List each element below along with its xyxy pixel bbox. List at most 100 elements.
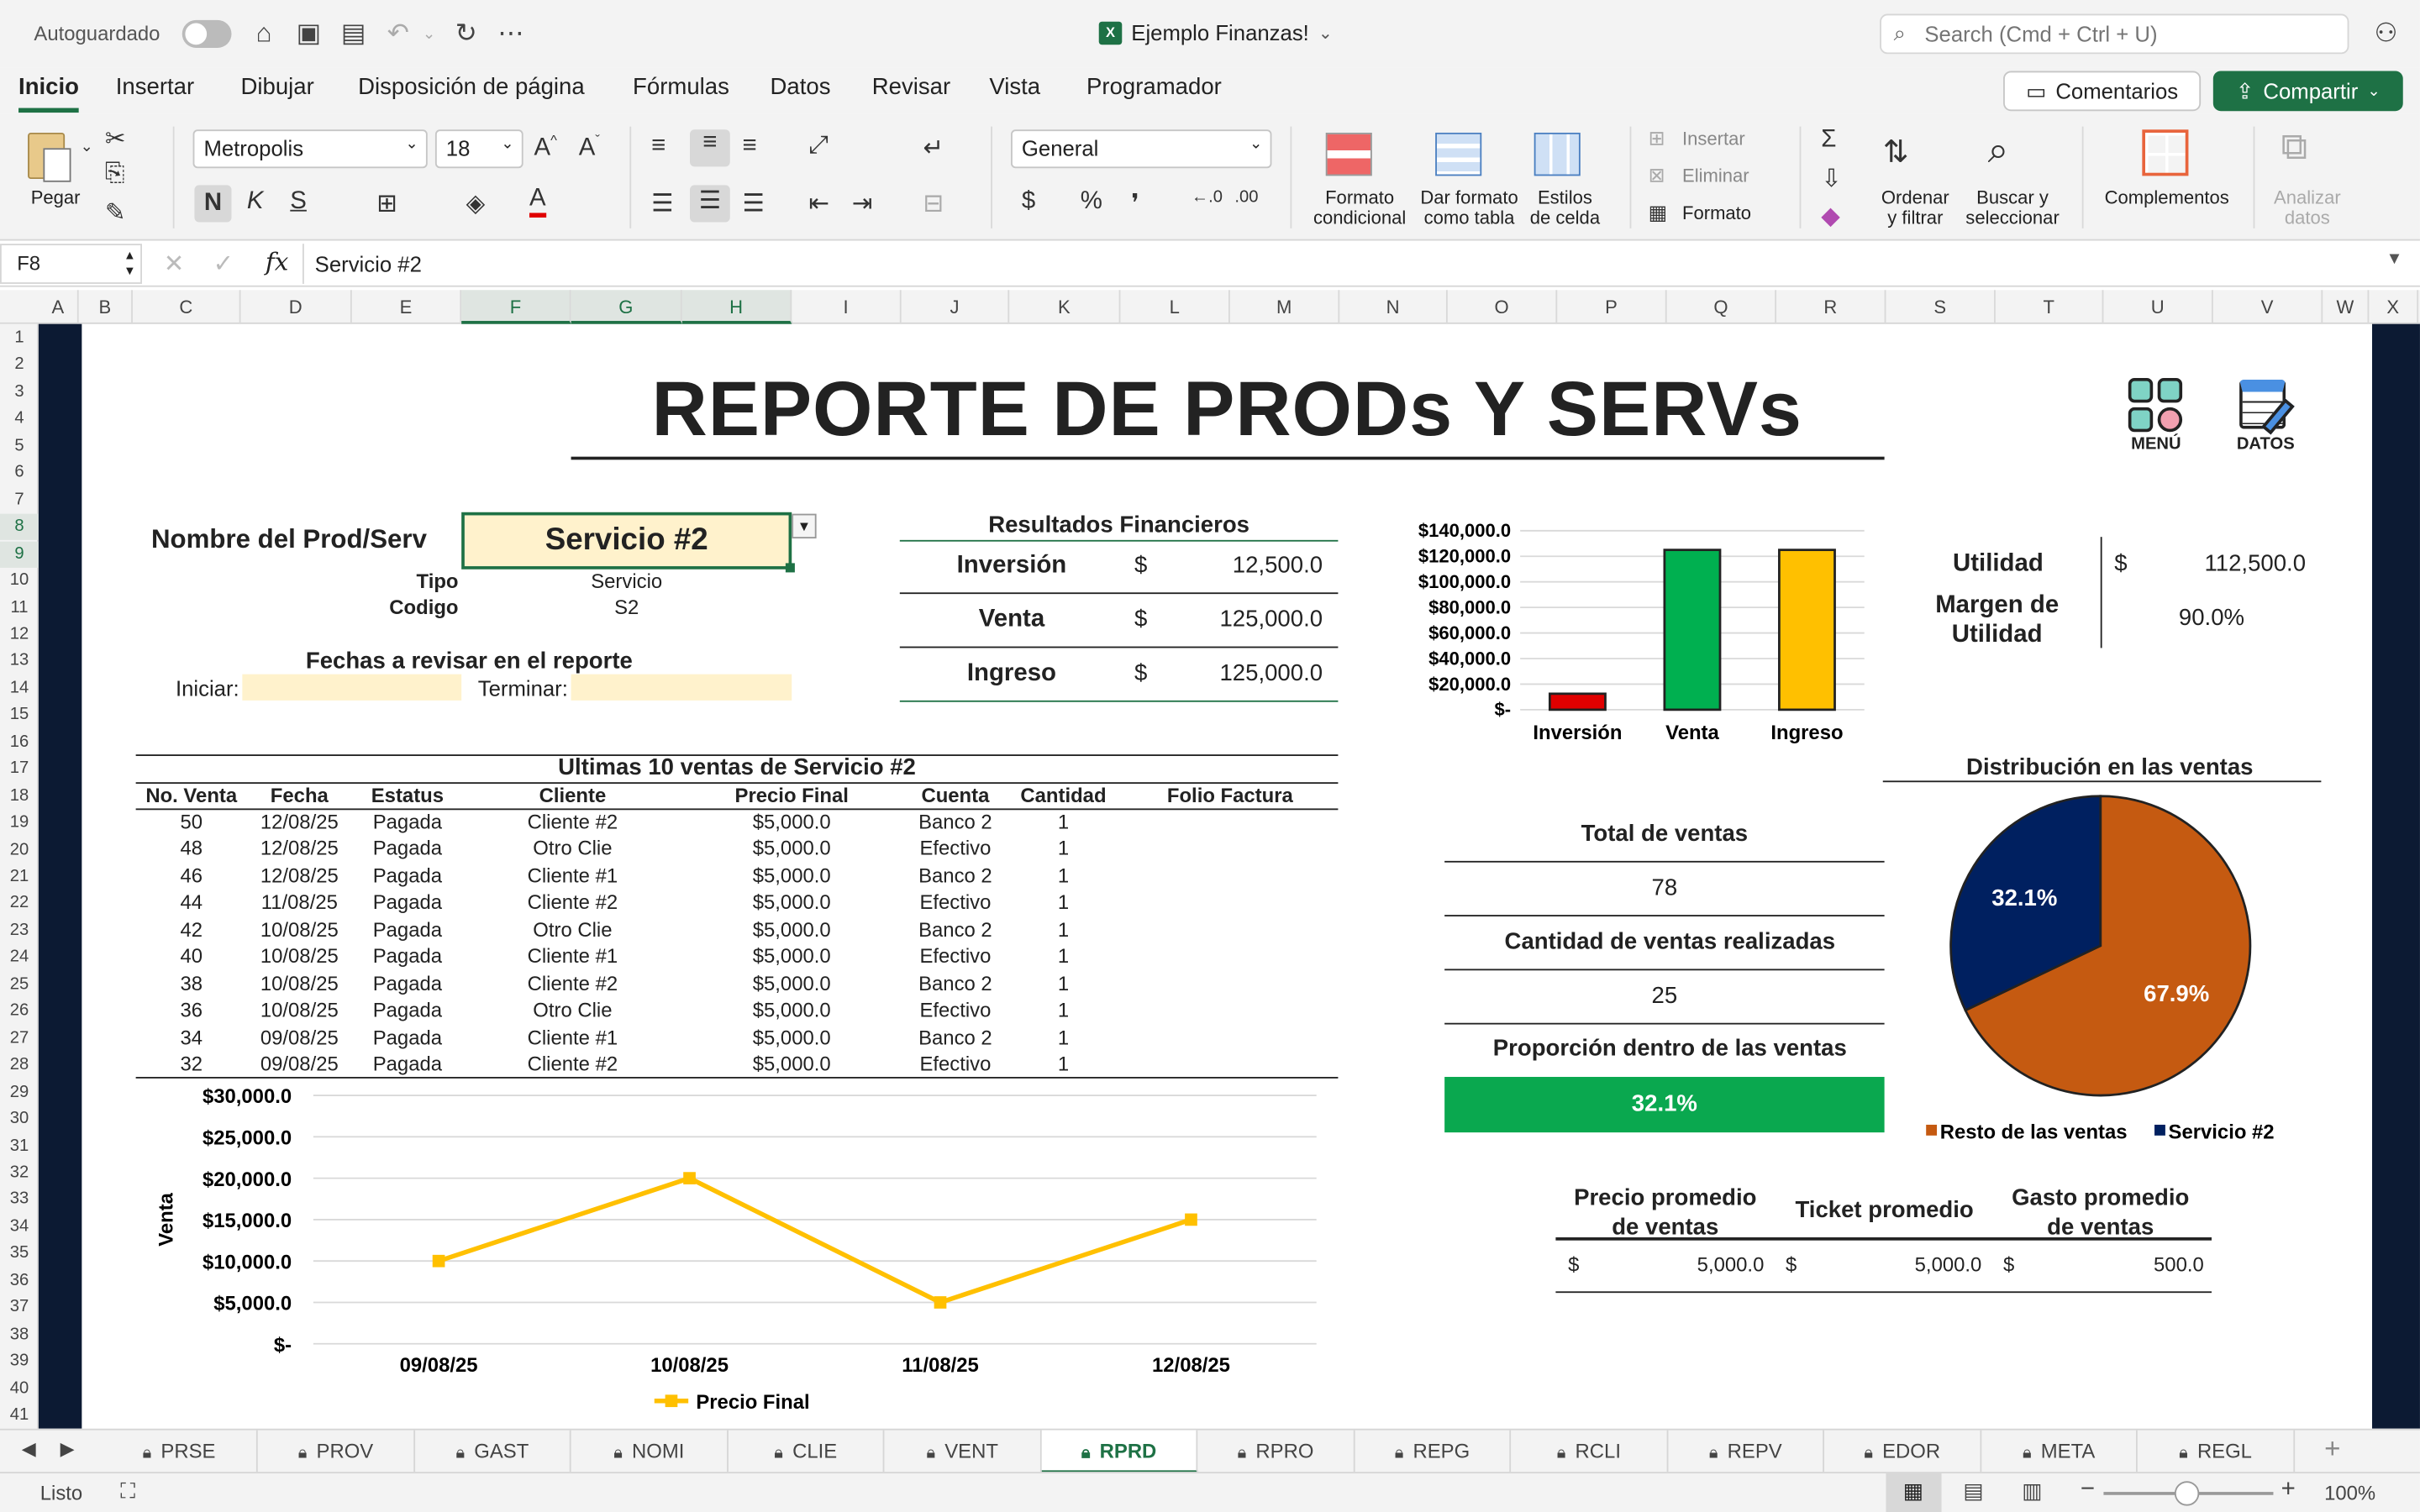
- font-color-icon[interactable]: A: [529, 185, 546, 218]
- row-header[interactable]: 18: [0, 783, 39, 809]
- row-header[interactable]: 34: [0, 1214, 39, 1240]
- row-header[interactable]: 32: [0, 1160, 39, 1186]
- accessibility-icon[interactable]: ⛶: [120, 1478, 135, 1504]
- orientation-icon[interactable]: ⤢: [808, 133, 829, 160]
- row-header[interactable]: 12: [0, 622, 39, 648]
- increase-indent-icon[interactable]: ⇥: [852, 188, 873, 219]
- row-header[interactable]: 16: [0, 729, 39, 755]
- row-header[interactable]: 1: [0, 326, 39, 352]
- clear-icon[interactable]: ◆: [1821, 201, 1840, 232]
- undo-icon[interactable]: ↶: [383, 18, 414, 50]
- chevron-down-icon[interactable]: ⌄: [81, 139, 93, 155]
- row-header[interactable]: 29: [0, 1079, 39, 1105]
- sort-filter-label[interactable]: Ordenar y filtrar: [1874, 187, 1957, 228]
- align-middle-icon[interactable]: ≡: [690, 129, 730, 167]
- table-format-label[interactable]: Dar formato como tabla: [1411, 187, 1528, 228]
- column-header[interactable]: F: [461, 290, 571, 324]
- sheet-tab-prse[interactable]: 🔒︎ PRSE: [102, 1430, 258, 1474]
- page-break-icon[interactable]: ▥: [2022, 1478, 2042, 1504]
- font-family-select[interactable]: Metropolis ⌄: [192, 129, 428, 169]
- column-header[interactable]: D: [241, 290, 352, 324]
- row-header[interactable]: 27: [0, 1026, 39, 1052]
- sheet-tab-edor[interactable]: 🔒︎ EDOR: [1825, 1430, 1981, 1474]
- tab-datos[interactable]: Datos: [771, 74, 831, 100]
- tab-disposicion[interactable]: Disposición de página: [358, 74, 585, 100]
- row-header[interactable]: 13: [0, 648, 39, 675]
- column-header[interactable]: M: [1230, 290, 1340, 324]
- zoom-out-icon[interactable]: −: [2081, 1477, 2095, 1504]
- column-header[interactable]: V: [2213, 290, 2323, 324]
- percent-icon[interactable]: %: [1081, 188, 1102, 216]
- sheet-tab-clie[interactable]: 🔒︎ CLIE: [729, 1430, 885, 1474]
- column-header[interactable]: J: [902, 290, 1010, 324]
- cell-styles-icon[interactable]: [1534, 132, 1581, 176]
- data-icon[interactable]: [2238, 376, 2296, 435]
- menu-icon[interactable]: [2127, 376, 2186, 435]
- row-header[interactable]: 15: [0, 702, 39, 728]
- row-header[interactable]: 4: [0, 407, 39, 433]
- tab-insertar[interactable]: Insertar: [116, 74, 194, 100]
- more-icon[interactable]: ⋯: [496, 18, 527, 50]
- align-left-icon[interactable]: ☰: [651, 188, 673, 219]
- sheet-tab-nomi[interactable]: 🔒︎ NOMI: [571, 1430, 729, 1474]
- font-size-select[interactable]: 18 ⌄: [434, 129, 523, 169]
- home-icon[interactable]: ⌂: [249, 18, 280, 50]
- conditional-format-icon[interactable]: [1325, 132, 1372, 176]
- next-sheet-icon[interactable]: ▶: [60, 1438, 75, 1460]
- decrease-indent-icon[interactable]: ⇤: [808, 188, 829, 219]
- zoom-level[interactable]: 100%: [2324, 1481, 2375, 1504]
- cut-icon[interactable]: ✂: [105, 123, 126, 155]
- align-top-icon[interactable]: ≡: [651, 133, 666, 160]
- product-select-cell[interactable]: Servicio #2: [461, 512, 792, 570]
- row-header[interactable]: 31: [0, 1133, 39, 1159]
- row-header[interactable]: 11: [0, 595, 39, 621]
- save-icon[interactable]: ▣: [293, 18, 324, 50]
- row-header[interactable]: 14: [0, 675, 39, 701]
- wrap-text-icon[interactable]: ↵: [923, 133, 944, 164]
- redo-icon[interactable]: ↻: [450, 18, 481, 50]
- enter-icon[interactable]: ✓: [213, 249, 234, 280]
- column-header[interactable]: K: [1009, 290, 1121, 324]
- analyze-data-label[interactable]: Analizar datos: [2260, 187, 2355, 228]
- column-header[interactable]: E: [352, 290, 462, 324]
- format-label[interactable]: Formato: [1682, 203, 1751, 223]
- delete-label[interactable]: Eliminar: [1682, 165, 1749, 186]
- column-header[interactable]: N: [1339, 290, 1448, 324]
- row-header[interactable]: 38: [0, 1321, 39, 1347]
- conditional-format-label[interactable]: Formato condicional: [1300, 187, 1420, 228]
- normal-view-icon[interactable]: ▦: [1886, 1473, 1942, 1512]
- align-center-icon[interactable]: ☰: [690, 185, 730, 223]
- column-header[interactable]: X: [2369, 290, 2419, 324]
- copy-icon[interactable]: ⎘: [105, 160, 125, 188]
- analyze-data-icon[interactable]: ⧉: [2281, 127, 2307, 170]
- comma-icon[interactable]: ❜: [1131, 188, 1139, 219]
- underline-button[interactable]: S: [290, 188, 307, 216]
- sheet-tab-repg[interactable]: 🔒︎ REPG: [1355, 1430, 1512, 1474]
- bold-button[interactable]: N: [194, 185, 232, 223]
- row-header[interactable]: 28: [0, 1053, 39, 1079]
- format-cells-icon[interactable]: ▦: [1649, 201, 1668, 225]
- increase-font-icon[interactable]: A^: [534, 133, 556, 162]
- row-header[interactable]: 17: [0, 756, 39, 782]
- zoom-slider-thumb[interactable]: [2174, 1481, 2200, 1506]
- prev-sheet-icon[interactable]: ◀: [22, 1438, 36, 1460]
- row-header[interactable]: 24: [0, 945, 39, 971]
- row-header[interactable]: 26: [0, 999, 39, 1025]
- row-header[interactable]: 22: [0, 891, 39, 917]
- document-title[interactable]: X Ejemplo Finanzas! ⌄: [1098, 20, 1333, 45]
- column-header[interactable]: B: [79, 290, 133, 324]
- row-header[interactable]: 36: [0, 1268, 39, 1294]
- column-header[interactable]: S: [1886, 290, 1996, 324]
- decrease-font-icon[interactable]: Aˇ: [579, 133, 600, 162]
- tab-programador[interactable]: Programador: [1086, 74, 1222, 100]
- row-header[interactable]: 25: [0, 972, 39, 998]
- sheet-tab-rpro[interactable]: 🔒︎ RPRO: [1198, 1430, 1355, 1474]
- paste-label[interactable]: Pegar: [22, 187, 90, 208]
- share-button[interactable]: ⇪ Compartir ⌄: [2212, 71, 2403, 112]
- row-header[interactable]: 8: [0, 513, 39, 541]
- tab-formulas[interactable]: Fórmulas: [633, 74, 729, 100]
- add-sheet-icon[interactable]: +: [2324, 1433, 2340, 1466]
- column-header[interactable]: I: [792, 290, 902, 324]
- tab-vista[interactable]: Vista: [989, 74, 1040, 100]
- row-header[interactable]: 6: [0, 460, 39, 486]
